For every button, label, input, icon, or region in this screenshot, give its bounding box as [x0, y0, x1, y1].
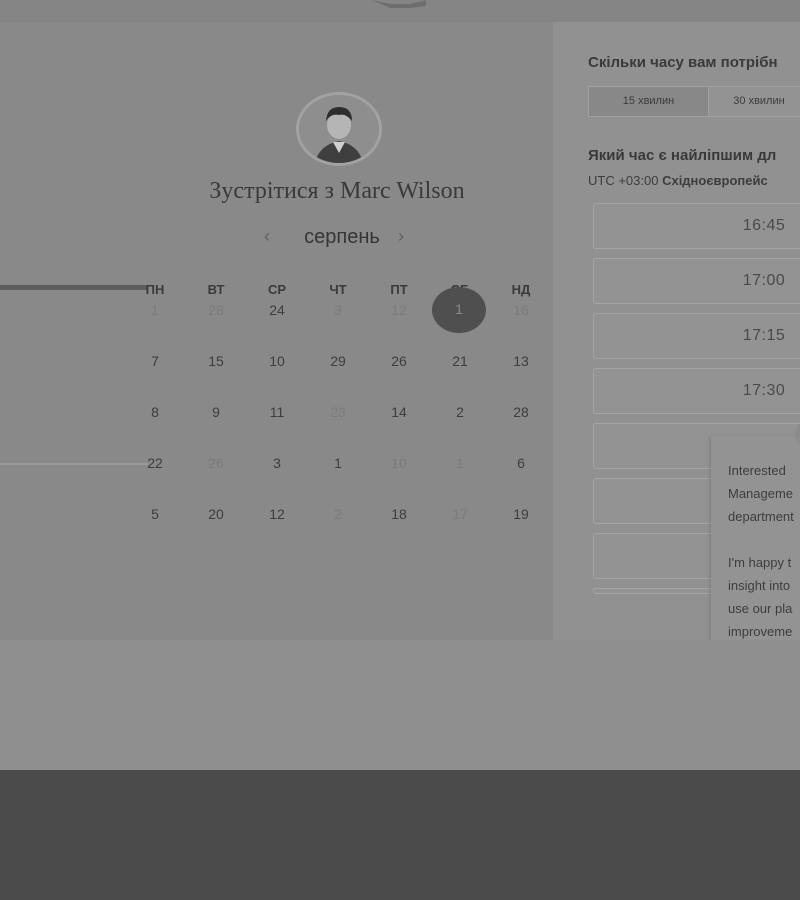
weekday-label: ВТ — [207, 282, 225, 297]
calendar-day[interactable]: 9 — [196, 402, 236, 422]
time-heading: Який час є найліпшим дл — [588, 147, 777, 164]
timeslot-label: 16:45 — [742, 217, 786, 234]
footer-area — [0, 640, 800, 770]
top-bar — [0, 0, 800, 22]
timeslot-label: 17:30 — [742, 382, 786, 399]
timeslot-label: 17:15 — [742, 327, 786, 344]
selected-day[interactable]: 1 — [432, 287, 486, 333]
weekday-label: ПТ — [390, 282, 408, 297]
calendar-day[interactable]: 17 — [440, 504, 480, 524]
weekday-label: НД — [511, 282, 531, 297]
logo-fragment-icon — [372, 0, 426, 8]
calendar-day[interactable]: 13 — [501, 351, 541, 371]
calendar-day[interactable]: 8 — [135, 402, 175, 422]
duration-option-30[interactable]: 30 хвилин — [709, 87, 800, 116]
calendar-day[interactable]: 20 — [196, 504, 236, 524]
calendar-day[interactable]: 2 — [318, 504, 358, 524]
calendar-day[interactable]: 23 — [318, 402, 358, 422]
chevron-right-icon[interactable]: › — [398, 226, 404, 247]
calendar-day[interactable]: 1 — [135, 300, 175, 320]
calendar-day[interactable]: 5 — [135, 504, 175, 524]
scheduler-left-panel — [0, 22, 553, 640]
meeting-title: Зустрітися з Marc Wilson — [209, 178, 465, 204]
calendar-day[interactable]: 2 — [440, 402, 480, 422]
popup-text-line: use our pla — [728, 601, 793, 616]
side-divider — [0, 285, 148, 290]
calendar-day[interactable]: 19 — [501, 504, 541, 524]
calendar-day[interactable]: 22 — [135, 453, 175, 473]
calendar-day[interactable]: 1 — [440, 453, 480, 473]
calendar-day[interactable]: 6 — [501, 453, 541, 473]
weekday-label: ПН — [145, 282, 165, 297]
duration-tabs: 15 хвилин 30 хвилин — [588, 86, 800, 117]
popup-text-line: I'm happy t — [728, 555, 792, 570]
calendar-day[interactable]: 12 — [379, 300, 419, 320]
bottom-bar — [0, 770, 800, 900]
timezone-line[interactable]: UTC +03:00 Східноєвропейс — [588, 173, 768, 188]
calendar-day[interactable]: 28 — [501, 402, 541, 422]
timeslot-label: 17:00 — [742, 272, 786, 289]
calendar-day[interactable]: 26 — [379, 351, 419, 371]
timezone-offset: UTC +03:00 — [588, 173, 659, 188]
timeslot-button[interactable]: 16:45 — [593, 203, 800, 249]
calendar-day[interactable]: 10 — [379, 453, 419, 473]
calendar-day[interactable]: 29 — [318, 351, 358, 371]
calendar-day[interactable]: 7 — [135, 351, 175, 371]
calendar-day[interactable]: 16 — [501, 300, 541, 320]
calendar-day[interactable]: 15 — [196, 351, 236, 371]
chevron-left-icon[interactable]: ‹ — [264, 226, 270, 247]
weekday-label: ЧТ — [329, 282, 347, 297]
calendar-day[interactable]: 26 — [196, 453, 236, 473]
popup-text-line: department — [728, 509, 794, 524]
timeslot-button[interactable]: 17:00 — [593, 258, 800, 304]
calendar-day[interactable]: 18 — [379, 504, 419, 524]
timezone-name: Східноєвропейс — [662, 173, 768, 188]
month-label: серпень — [304, 226, 380, 248]
weekday-label: СР — [267, 282, 287, 297]
calendar-day[interactable]: 11 — [257, 402, 297, 422]
calendar-day[interactable]: 21 — [440, 351, 480, 371]
calendar-day[interactable]: 3 — [318, 300, 358, 320]
calendar-day[interactable]: 3 — [257, 453, 297, 473]
calendar-day[interactable]: 14 — [379, 402, 419, 422]
popup-text-line: Manageme — [728, 486, 794, 501]
host-avatar — [296, 92, 382, 166]
person-portrait-icon — [299, 95, 379, 163]
timeslot-button[interactable]: 17:15 — [593, 313, 800, 359]
calendar-day[interactable]: 24 — [257, 300, 297, 320]
timeslot-button[interactable]: 17:30 — [593, 368, 800, 414]
calendar-day[interactable]: 1 — [318, 453, 358, 473]
popup-text-line: improveme — [728, 624, 793, 639]
calendar-day[interactable]: 28 — [196, 300, 236, 320]
duration-heading: Скільки часу вам потрібн — [588, 54, 778, 71]
side-faint-divider — [0, 463, 148, 465]
popup-text-line: Interested — [728, 463, 786, 478]
calendar-day[interactable]: 12 — [257, 504, 297, 524]
popup-text-line: insight into — [728, 578, 791, 593]
month-navigation: ‹ серпень › — [262, 224, 412, 252]
calendar-day[interactable]: 10 — [257, 351, 297, 371]
duration-option-15[interactable]: 15 хвилин — [589, 87, 709, 116]
